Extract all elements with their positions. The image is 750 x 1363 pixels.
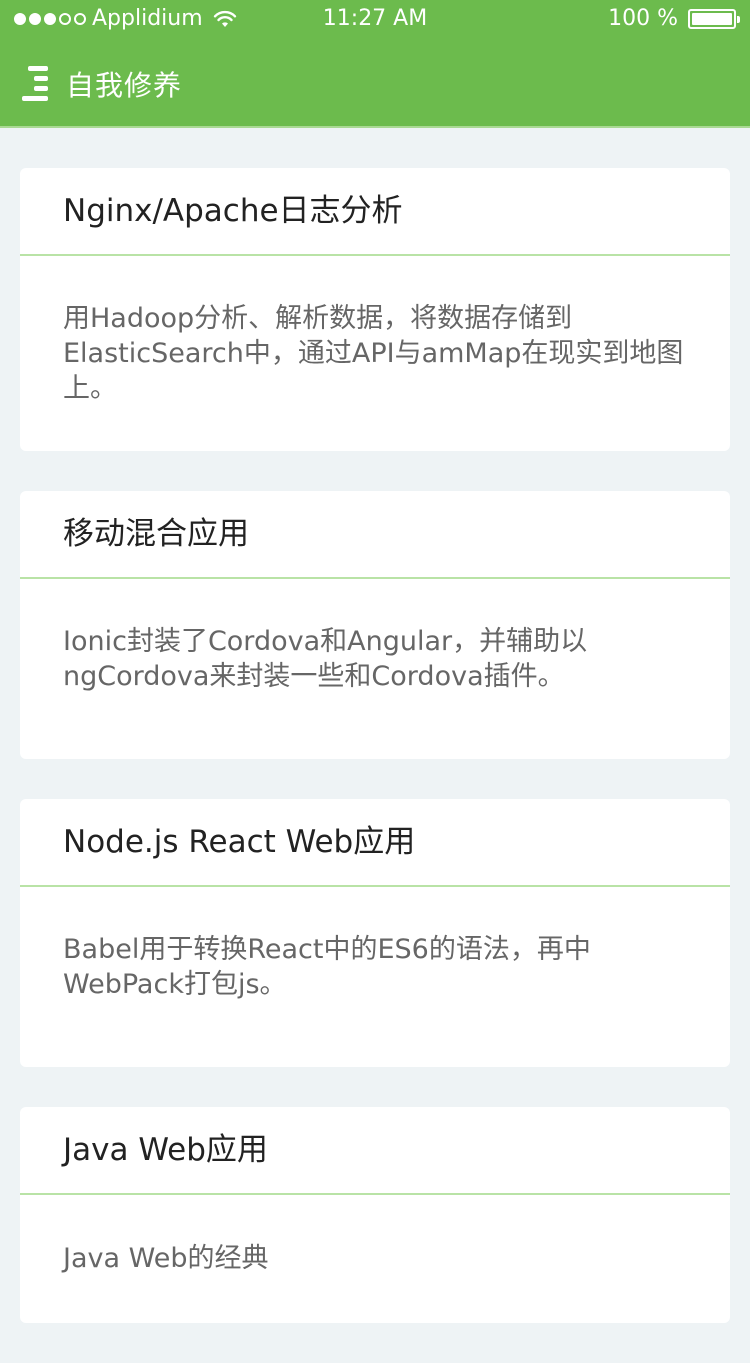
- card-title: Node.js React Web应用: [20, 799, 730, 887]
- card-description: Babel用于转换React中的ES6的语法，再中WebPack打包js。: [63, 934, 591, 1000]
- project-card[interactable]: Nginx/Apache日志分析 用Hadoop分析、解析数据，将数据存储到El…: [20, 168, 730, 451]
- card-description: 用Hadoop分析、解析数据，将数据存储到ElasticSearch中，通过AP…: [63, 303, 684, 404]
- nav-bar: 自我修养: [0, 40, 750, 126]
- battery-icon: [688, 8, 740, 29]
- status-bar: Applidium 11:27 AM 100 %: [0, 0, 750, 40]
- card-description: Java Web的经典: [63, 1243, 269, 1274]
- page-title: 自我修养: [66, 69, 183, 102]
- card-title: 移动混合应用: [20, 491, 730, 579]
- battery-percent: 100 %: [608, 6, 678, 31]
- card-description: Ionic封装了Cordova和Angular，并辅助以ngCordova来封装…: [63, 626, 588, 692]
- card-list: Nginx/Apache日志分析 用Hadoop分析、解析数据，将数据存储到El…: [20, 168, 730, 1363]
- card-title: Java Web应用: [20, 1107, 730, 1195]
- header-divider: [0, 126, 750, 128]
- status-right: 100 %: [608, 6, 740, 31]
- project-card[interactable]: Java Web应用 Java Web的经典: [20, 1107, 730, 1323]
- project-card[interactable]: Node.js React Web应用 Babel用于转换React中的ES6的…: [20, 799, 730, 1067]
- card-title: Nginx/Apache日志分析: [20, 168, 730, 256]
- app-header: Applidium 11:27 AM 100 % 自我修养: [0, 0, 750, 128]
- project-card[interactable]: 移动混合应用 Ionic封装了Cordova和Angular，并辅助以ngCor…: [20, 491, 730, 759]
- hamburger-menu-icon[interactable]: [20, 66, 48, 102]
